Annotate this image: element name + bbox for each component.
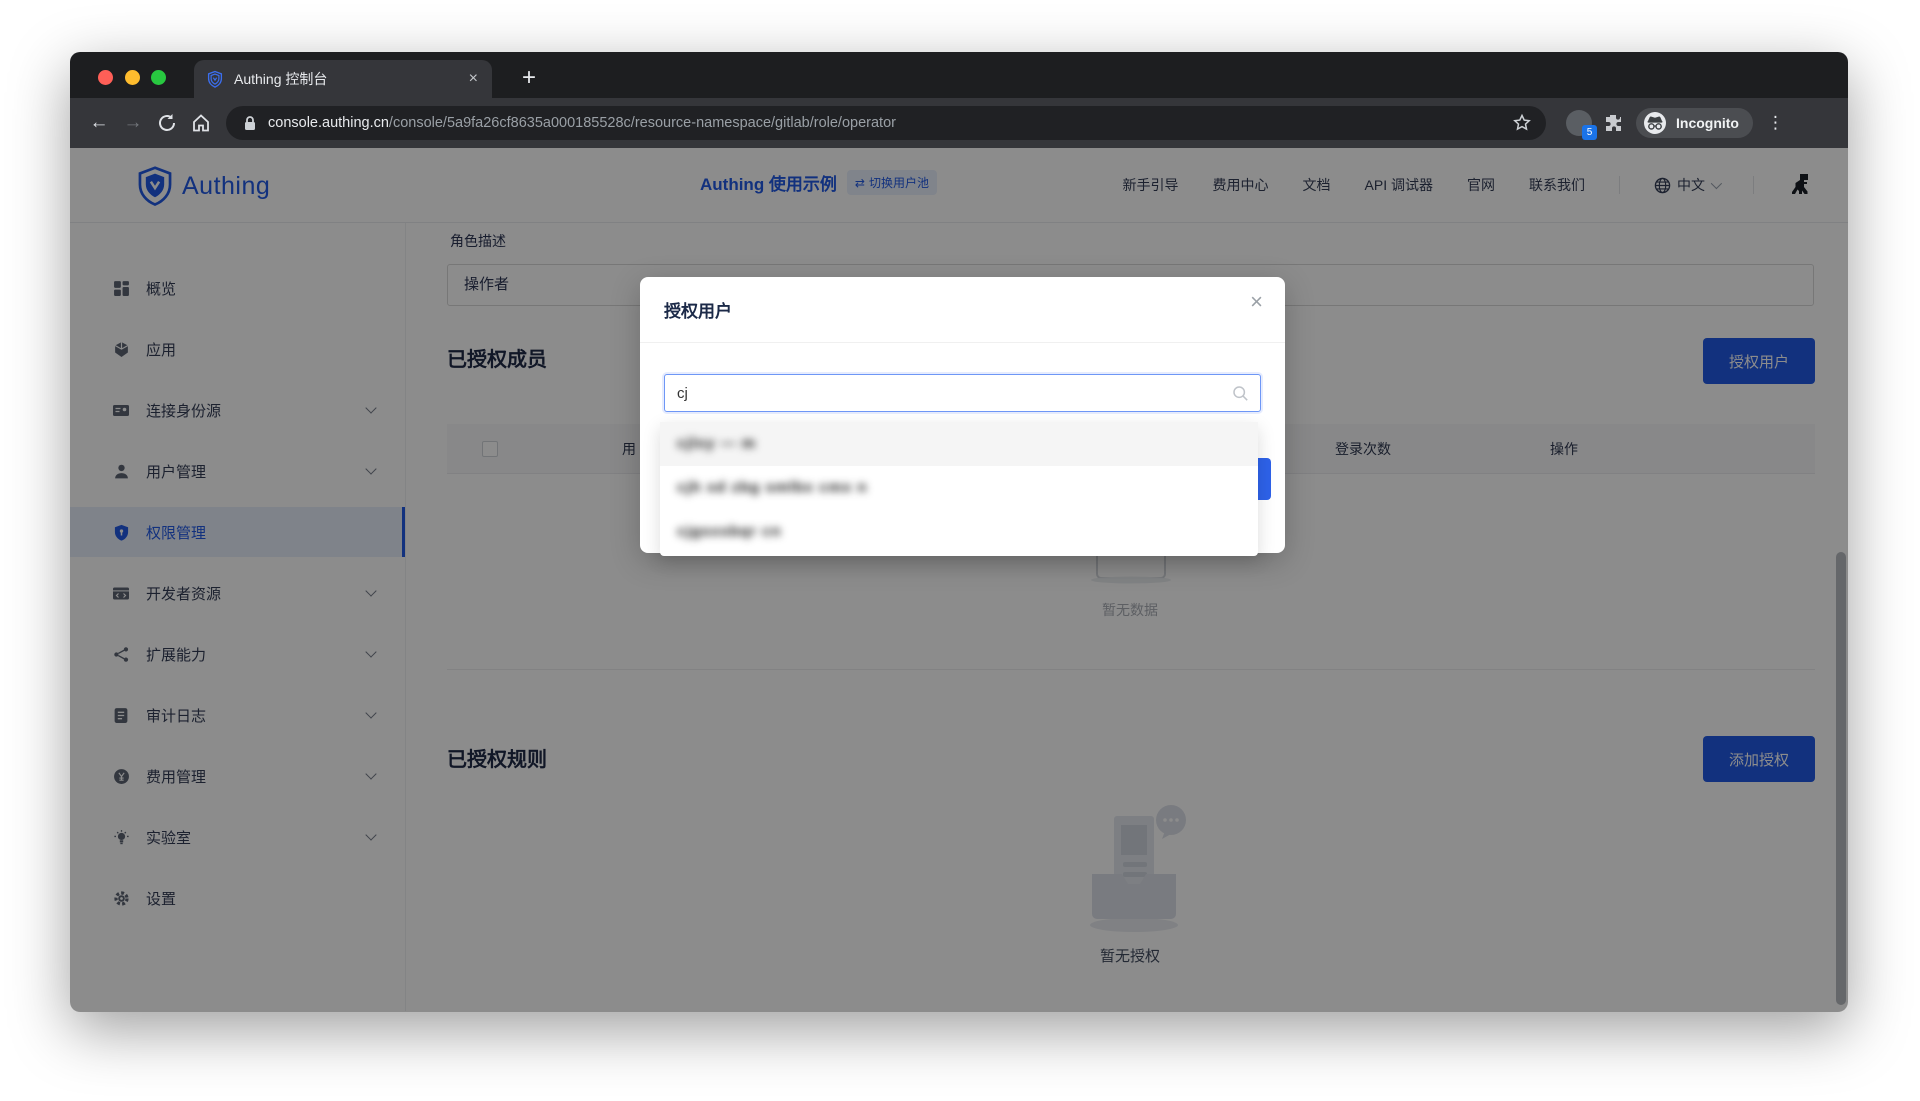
search-icon	[1232, 385, 1249, 402]
modal-close-icon[interactable]: ×	[1250, 291, 1263, 313]
redacted-username: cjh xd zbg smlbx cmx n	[677, 479, 867, 496]
dropdown-option[interactable]: cjlxy — m	[660, 422, 1258, 466]
extensions-puzzle-icon[interactable]	[1600, 111, 1626, 135]
address-bar[interactable]: console.authing.cn/console/5a9fa26cf8635…	[226, 106, 1546, 140]
modal-title: 授权用户	[664, 297, 732, 322]
forward-icon[interactable]: →	[116, 112, 150, 134]
maximize-window-button[interactable]	[151, 70, 166, 85]
url-host: console.authing.cn	[268, 115, 389, 131]
tab-title: Authing 控制台	[234, 69, 467, 89]
redacted-username: cjgsxsbqr cn	[677, 523, 782, 540]
new-tab-button[interactable]: +	[514, 60, 544, 96]
close-window-button[interactable]	[98, 70, 113, 85]
extension-badge: 5	[1582, 125, 1597, 140]
home-icon[interactable]	[184, 112, 218, 134]
dropdown-option[interactable]: cjh xd zbg smlbx cmx n	[660, 466, 1258, 510]
modal-divider	[640, 342, 1285, 343]
reload-icon[interactable]	[150, 112, 184, 134]
redacted-username: cjlxy — m	[677, 435, 756, 452]
browser-tab[interactable]: Authing 控制台 ×	[194, 60, 492, 98]
browser-menu-icon[interactable]: ⋮	[1767, 113, 1784, 133]
lock-icon	[240, 115, 260, 131]
user-search-input[interactable]	[664, 374, 1261, 412]
user-search-dropdown: cjlxy — m cjh xd zbg smlbx cmx n cjgsxsb…	[660, 422, 1258, 556]
authing-favicon	[206, 70, 224, 88]
incognito-spy-icon	[1642, 110, 1668, 136]
incognito-label: Incognito	[1676, 115, 1739, 131]
minimize-window-button[interactable]	[125, 70, 140, 85]
tab-strip: Authing 控制台 × +	[70, 52, 1848, 98]
tab-close-icon[interactable]: ×	[467, 70, 480, 88]
browser-toolbar: ← → console.authing.cn/console/5a9fa26cf…	[70, 98, 1848, 148]
browser-window: Authing 控制台 × + ← → console.authing.cn/c…	[70, 52, 1848, 1012]
bookmark-star-icon[interactable]	[1512, 113, 1532, 133]
incognito-badge: Incognito	[1636, 108, 1753, 138]
url-path: /console/5a9fa26cf8635a000185528c/resour…	[389, 115, 896, 131]
dropdown-option[interactable]: cjgsxsbqr cn	[660, 510, 1258, 554]
extension-icon[interactable]: 5	[1566, 110, 1592, 136]
web-page: Authing Authing 使用示例 ⇄切换用户池 新手引导 费用中心 文档…	[70, 148, 1848, 1012]
authorize-user-modal: 授权用户 × cjlxy — m cjh xd zbg smlbx cmx n …	[640, 277, 1285, 553]
back-icon[interactable]: ←	[82, 112, 116, 134]
